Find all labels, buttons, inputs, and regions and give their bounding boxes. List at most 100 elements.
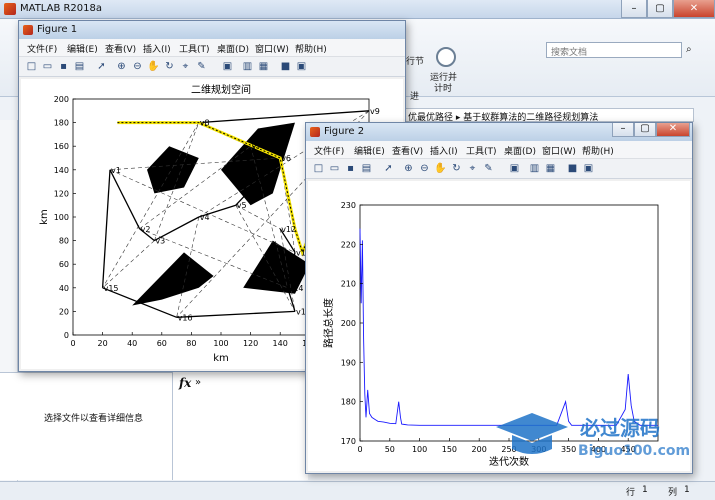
brush-icon[interactable]: ✎: [195, 60, 208, 73]
figure-1-title-bar[interactable]: Figure 1: [19, 21, 405, 39]
y-tick-label: 100: [54, 213, 69, 222]
figure-2-menubar: 文件(F) 编辑(E) 查看(V) 插入(I) 工具(T) 桌面(D) 窗口(W…: [306, 141, 692, 159]
zoom-out-icon[interactable]: ⊖: [418, 162, 431, 175]
menu-desktop[interactable]: 桌面(D): [217, 42, 249, 55]
menu-window[interactable]: 窗口(W): [255, 42, 289, 55]
x-tick-label: 60: [157, 339, 167, 348]
save-icon[interactable]: ▪: [57, 60, 70, 73]
open-icon[interactable]: ▭: [328, 162, 341, 175]
run-time-icon[interactable]: [436, 47, 456, 67]
fig2-minimize-button[interactable]: –: [612, 123, 634, 137]
menu-view[interactable]: 查看(V): [105, 42, 136, 55]
show-tools-icon[interactable]: ▣: [295, 60, 308, 73]
fig2-close-button[interactable]: ✕: [656, 123, 690, 137]
figure-2-title: Figure 2: [324, 126, 365, 137]
node-label-v15: v15: [104, 284, 119, 293]
search-icon[interactable]: ⌕: [686, 44, 692, 55]
run-time-label-2[interactable]: 计时: [434, 81, 452, 94]
hide-tools-icon[interactable]: ■: [566, 162, 579, 175]
x-tick-label: 200: [472, 445, 487, 454]
y-tick-label: 190: [341, 358, 356, 367]
x-tick-label: 20: [98, 339, 108, 348]
menu-edit[interactable]: 编辑(E): [354, 144, 385, 157]
brush-icon[interactable]: ✎: [482, 162, 495, 175]
y-tick-label: 120: [54, 189, 69, 198]
current-folder-path[interactable]: 优最优路径 ▸ 基于蚁群算法的二维路径规划算法: [404, 108, 694, 122]
pointer-icon[interactable]: ➚: [95, 60, 108, 73]
x-tick-label: 40: [127, 339, 137, 348]
figure-2-title-bar[interactable]: Figure 2 – ▢ ✕: [306, 123, 692, 141]
save-icon[interactable]: ▪: [344, 162, 357, 175]
print-icon[interactable]: ▤: [360, 162, 373, 175]
node-label-v7: v7: [252, 142, 262, 151]
y-tick-label: 220: [341, 240, 356, 249]
search-input[interactable]: 搜索文档: [546, 42, 682, 58]
new-icon[interactable]: □: [312, 162, 325, 175]
node-label-v5: v5: [237, 201, 247, 210]
y-tick-label: 20: [59, 307, 69, 316]
figure-icon: [310, 127, 320, 137]
menu-edit[interactable]: 编辑(E): [67, 42, 98, 55]
y-tick-label: 200: [54, 95, 69, 104]
row-label: 行: [626, 488, 636, 498]
figure-2-toolbar: □ ▭ ▪ ▤ ➚ ⊕ ⊖ ✋ ↻ ⌖ ✎ ▣ ▥ ▦ ■ ▣: [306, 159, 692, 179]
pan-icon[interactable]: ✋: [147, 60, 160, 73]
minimize-button[interactable]: –: [621, 0, 647, 18]
y-tick-label: 200: [341, 319, 356, 328]
link-icon[interactable]: ▣: [221, 60, 234, 73]
y-tick-label: 210: [341, 280, 356, 289]
open-icon[interactable]: ▭: [41, 60, 54, 73]
node-label-v3: v3: [155, 237, 165, 246]
node-label-v9: v9: [370, 107, 380, 116]
print-icon[interactable]: ▤: [73, 60, 86, 73]
show-tools-icon[interactable]: ▣: [582, 162, 595, 175]
colorbar-icon[interactable]: ▥: [528, 162, 541, 175]
matlab-title-bar: MATLAB R2018a – ▢ ✕: [0, 0, 715, 19]
status-bar: 行 1 列 1: [0, 481, 715, 500]
menu-file[interactable]: 文件(F): [314, 144, 344, 157]
node-label-v16: v16: [178, 313, 193, 322]
details-panel: 选择文件以查看详细信息: [0, 372, 172, 480]
x-tick-label: 150: [442, 445, 457, 454]
menu-view[interactable]: 查看(V): [392, 144, 423, 157]
app-title: MATLAB R2018a: [20, 3, 103, 14]
x-tick-label: 80: [186, 339, 196, 348]
command-window[interactable]: fx »: [172, 372, 308, 480]
x-tick-label: 50: [385, 445, 395, 454]
colorbar-icon[interactable]: ▥: [241, 60, 254, 73]
menu-desktop[interactable]: 桌面(D): [504, 144, 536, 157]
menu-tools[interactable]: 工具(T): [179, 42, 210, 55]
details-text: 选择文件以查看详细信息: [44, 414, 144, 424]
legend-icon[interactable]: ▦: [544, 162, 557, 175]
menu-window[interactable]: 窗口(W): [542, 144, 576, 157]
close-button[interactable]: ✕: [673, 0, 715, 18]
fig2-maximize-button[interactable]: ▢: [634, 123, 656, 137]
y-tick-label: 160: [54, 142, 69, 151]
menu-insert[interactable]: 插入(I): [143, 42, 171, 55]
menu-tools[interactable]: 工具(T): [466, 144, 497, 157]
menu-insert[interactable]: 插入(I): [430, 144, 458, 157]
menu-help[interactable]: 帮助(H): [295, 42, 327, 55]
datacursor-icon[interactable]: ⌖: [466, 162, 479, 175]
zoom-in-icon[interactable]: ⊕: [115, 60, 128, 73]
pointer-icon[interactable]: ➚: [382, 162, 395, 175]
new-icon[interactable]: □: [25, 60, 38, 73]
menu-file[interactable]: 文件(F): [27, 42, 57, 55]
pan-icon[interactable]: ✋: [434, 162, 447, 175]
x-tick-label: 100: [412, 445, 427, 454]
matlab-logo-icon: [4, 3, 16, 15]
maximize-button[interactable]: ▢: [647, 0, 673, 18]
y-tick-label: 230: [341, 201, 356, 210]
datacursor-icon[interactable]: ⌖: [179, 60, 192, 73]
hide-tools-icon[interactable]: ■: [279, 60, 292, 73]
advance-label[interactable]: 进: [410, 89, 419, 102]
legend-icon[interactable]: ▦: [257, 60, 270, 73]
zoom-in-icon[interactable]: ⊕: [402, 162, 415, 175]
rotate-icon[interactable]: ↻: [163, 60, 176, 73]
link-icon[interactable]: ▣: [508, 162, 521, 175]
rotate-icon[interactable]: ↻: [450, 162, 463, 175]
menu-help[interactable]: 帮助(H): [582, 144, 614, 157]
run-section-label[interactable]: 行节: [406, 54, 424, 67]
figure-1-menubar: 文件(F) 编辑(E) 查看(V) 插入(I) 工具(T) 桌面(D) 窗口(W…: [19, 39, 405, 57]
zoom-out-icon[interactable]: ⊖: [131, 60, 144, 73]
